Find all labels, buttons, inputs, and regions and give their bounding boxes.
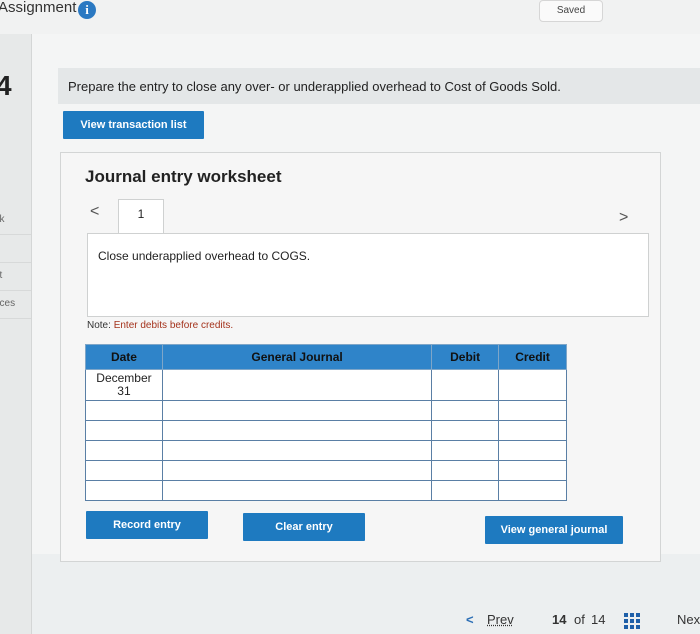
table-row [85, 460, 567, 481]
account-input[interactable] [161, 480, 433, 501]
assignment-title: Assignment [0, 0, 77, 16]
view-general-journal-button[interactable]: View general journal [485, 516, 623, 544]
table-row [85, 440, 567, 461]
journal-table: Date General Journal Debit Credit Decemb… [85, 344, 567, 501]
date-cell [85, 420, 163, 441]
sidebar-item-ebook[interactable]: ok [0, 206, 31, 235]
worksheet-note: Note: Enter debits before credits. [87, 320, 234, 331]
top-bar: Assignment i Saved [0, 0, 700, 35]
credit-input[interactable] [498, 480, 567, 501]
credit-input[interactable] [498, 460, 567, 481]
table-row [85, 420, 567, 441]
question-prompt: Prepare the entry to close any over- or … [68, 79, 561, 94]
date-cell [85, 460, 163, 481]
table-row [85, 400, 567, 421]
saved-status-badge: Saved [539, 0, 603, 22]
question-grid-icon[interactable] [624, 613, 640, 629]
credit-input[interactable] [498, 369, 567, 401]
account-input[interactable] [161, 420, 433, 441]
col-header-date: Date [85, 344, 163, 370]
credit-input[interactable] [498, 440, 567, 461]
view-transaction-list-button[interactable]: View transaction list [63, 111, 204, 139]
table-row: December 31 [85, 369, 567, 401]
chevron-left-icon[interactable]: < [466, 612, 474, 627]
debit-input[interactable] [431, 440, 500, 461]
date-cell [85, 440, 163, 461]
question-number: 4 [0, 70, 12, 101]
date-cell [85, 480, 163, 501]
account-input[interactable] [161, 400, 433, 421]
debit-input[interactable] [431, 480, 500, 501]
record-entry-button[interactable]: Record entry [86, 511, 208, 539]
col-header-debit: Debit [431, 344, 500, 370]
next-button[interactable]: Nex [677, 612, 700, 627]
debit-input[interactable] [431, 369, 500, 401]
col-header-general-journal: General Journal [161, 344, 433, 370]
debit-input[interactable] [431, 460, 500, 481]
sidebar-item-print[interactable]: t [0, 234, 31, 263]
credit-input[interactable] [498, 400, 567, 421]
account-input[interactable] [161, 369, 433, 401]
chevron-left-icon[interactable]: < [90, 203, 99, 221]
question-sidebar: ok t nt nces [0, 34, 32, 634]
transaction-description: Close underapplied overhead to COGS. [98, 249, 311, 263]
debit-input[interactable] [431, 420, 500, 441]
prev-button[interactable]: Prev [487, 612, 514, 627]
info-icon[interactable]: i [78, 1, 96, 19]
date-cell [85, 400, 163, 421]
transaction-description-box [87, 233, 649, 317]
total-pages: 14 [591, 612, 606, 627]
current-page: 14 [552, 612, 567, 627]
clear-entry-button[interactable]: Clear entry [243, 513, 365, 541]
table-row [85, 480, 567, 501]
worksheet-title: Journal entry worksheet [85, 167, 282, 186]
col-header-credit: Credit [498, 344, 567, 370]
worksheet-tab-1[interactable]: 1 [118, 199, 164, 234]
date-cell: December 31 [85, 369, 163, 401]
account-input[interactable] [161, 460, 433, 481]
credit-input[interactable] [498, 420, 567, 441]
account-input[interactable] [161, 440, 433, 461]
debit-input[interactable] [431, 400, 500, 421]
chevron-right-icon[interactable]: > [619, 209, 628, 227]
sidebar-item-hint[interactable]: nt [0, 262, 31, 291]
page-of-label: of [574, 612, 585, 627]
sidebar-item-references[interactable]: nces [0, 290, 31, 319]
